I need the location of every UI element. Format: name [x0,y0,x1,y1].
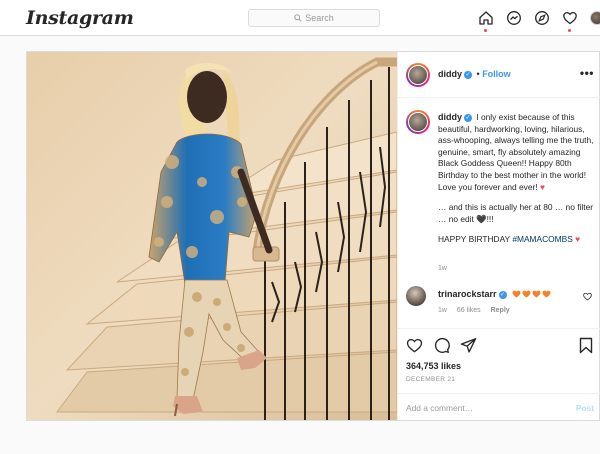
comment-likes[interactable]: 66 likes [457,307,481,314]
author-avatar[interactable] [406,63,430,87]
orange-heart-emoji-icon [512,290,521,298]
comment-icon[interactable] [433,337,450,354]
caption-text-3: HAPPY BIRTHDAY [438,234,513,245]
activity-notification-dot [568,29,571,32]
orange-heart-emoji-icon [532,290,541,298]
add-comment-input[interactable]: Add a comment… [406,403,473,413]
top-nav: Instagram Search [0,0,600,36]
share-icon[interactable] [460,337,477,354]
verified-badge-icon: ✓ [464,70,472,79]
more-options-icon[interactable]: ••• [580,66,594,80]
red-heart-emoji-icon: ♥ [539,181,545,192]
commenter-avatar[interactable] [406,286,426,306]
post-side-panel: diddy ✓ • Follow ••• diddy ✓ I only exist … [397,52,600,420]
post-caption: diddy ✓ I only exist because of this beau… [438,112,596,255]
caption-text-2: … and this is actually her at 80 … no fi… [438,202,594,224]
reply-button[interactable]: Reply [491,307,510,314]
messenger-icon[interactable] [506,10,522,26]
post-actions: 364,753 likes DECEMBER 21 Add a comment…… [398,328,600,420]
red-heart-emoji-icon-2: ♥ [575,234,581,245]
post-header: diddy ✓ • Follow ••• [398,52,600,98]
comment-meta: 1w 66 likes Reply [438,307,518,314]
activity-heart-icon[interactable] [562,10,578,32]
search-input[interactable]: Search [248,9,380,27]
like-heart-icon[interactable] [406,337,423,354]
add-comment-bar: Add a comment… Post [398,393,600,421]
home-icon[interactable] [478,10,494,32]
search-placeholder: Search [305,13,334,23]
post-date[interactable]: DECEMBER 21 [406,376,455,383]
hashtag-link[interactable]: #MAMACOMBS [512,234,573,244]
home-notification-dot [484,29,487,32]
commenter-verified-badge-icon: ✓ [498,290,507,299]
profile-avatar[interactable] [590,11,600,25]
comment-like-heart-icon[interactable] [583,292,592,301]
post-comment-button[interactable]: Post [576,403,594,413]
caption-text-1: I only exist because of this beautiful, … [438,112,594,192]
bookmark-icon[interactable] [578,337,594,354]
commenter-username[interactable]: trinarockstarr [438,289,497,299]
author-username[interactable]: diddy [438,69,462,79]
caption-author-avatar[interactable] [406,110,430,134]
orange-heart-emoji-icon [522,290,531,298]
orange-heart-emoji-icon [542,290,551,298]
likes-count[interactable]: 364,753 likes [406,361,461,371]
comment-timestamp[interactable]: 1w [438,307,447,314]
post-photo[interactable] [27,52,397,420]
follow-button[interactable]: Follow [482,69,511,79]
caption-author-username[interactable]: diddy [438,112,462,122]
instagram-logo[interactable]: Instagram [26,7,134,29]
caption-verified-badge-icon: ✓ [464,113,472,122]
search-icon [294,14,302,22]
post-card: diddy ✓ • Follow ••• diddy ✓ I only exist … [26,51,600,421]
explore-icon[interactable] [534,10,550,26]
caption-timestamp[interactable]: 1w [438,265,447,272]
